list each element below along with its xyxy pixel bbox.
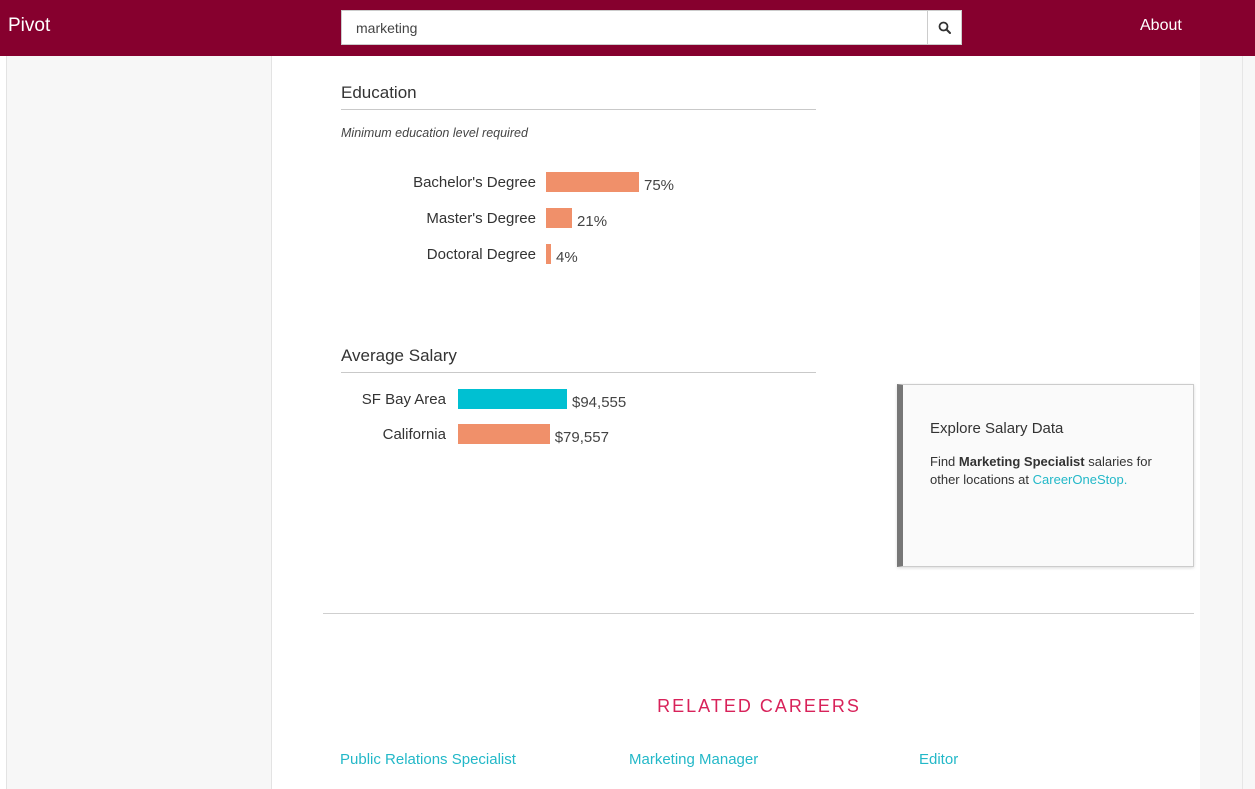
related-career-link[interactable]: Marketing Manager	[629, 751, 758, 768]
education-bar-label: Doctoral Degree	[426, 246, 536, 263]
salary-bar-label: SF Bay Area	[361, 391, 446, 408]
related-careers-heading: RELATED CAREERS	[657, 696, 861, 716]
explore-text: Find Marketing Specialist salaries for o…	[930, 453, 1180, 489]
careeronestop-link[interactable]: CareerOneStop.	[1033, 472, 1128, 487]
salary-bar-label: California	[382, 426, 446, 443]
section-divider	[323, 613, 1194, 614]
brand-logo[interactable]: Pivot	[8, 15, 50, 37]
related-career-link[interactable]: Public Relations Specialist	[340, 751, 516, 768]
salary-bar-value: $94,555	[572, 394, 627, 411]
left-sidebar	[6, 56, 272, 789]
explore-text-before: Find	[930, 454, 959, 469]
about-link[interactable]: About	[1140, 17, 1182, 35]
search-input[interactable]	[342, 11, 928, 44]
education-bar-value: 75%	[644, 177, 675, 194]
salary-heading: Average Salary	[341, 346, 457, 365]
education-bar-value: 21%	[577, 213, 608, 230]
education-subtitle: Minimum education level required	[341, 126, 528, 140]
search-bar	[341, 10, 962, 45]
education-bar-label: Master's Degree	[426, 210, 536, 227]
education-bar	[546, 244, 551, 264]
education-bar-label: Bachelor's Degree	[413, 174, 536, 191]
top-navbar: Pivot About	[0, 0, 1255, 56]
education-bar-value: 4%	[556, 249, 578, 266]
education-rule	[341, 109, 816, 110]
salary-rule	[341, 372, 816, 373]
education-bar	[546, 172, 639, 192]
explore-title: Explore Salary Data	[930, 420, 1064, 437]
page-scrollbar[interactable]	[1242, 56, 1255, 789]
education-bar	[546, 208, 573, 228]
explore-salary-card: Explore Salary Data Find Marketing Speci…	[897, 384, 1194, 567]
explore-career-name: Marketing Specialist	[958, 454, 1085, 469]
search-button[interactable]	[927, 11, 961, 44]
education-heading: Education	[341, 83, 417, 102]
salary-bar	[458, 389, 567, 409]
salary-bar	[458, 424, 550, 444]
related-career-link[interactable]: Editor	[919, 751, 958, 768]
search-icon	[938, 21, 951, 34]
salary-bar-value: $79,557	[554, 429, 609, 446]
